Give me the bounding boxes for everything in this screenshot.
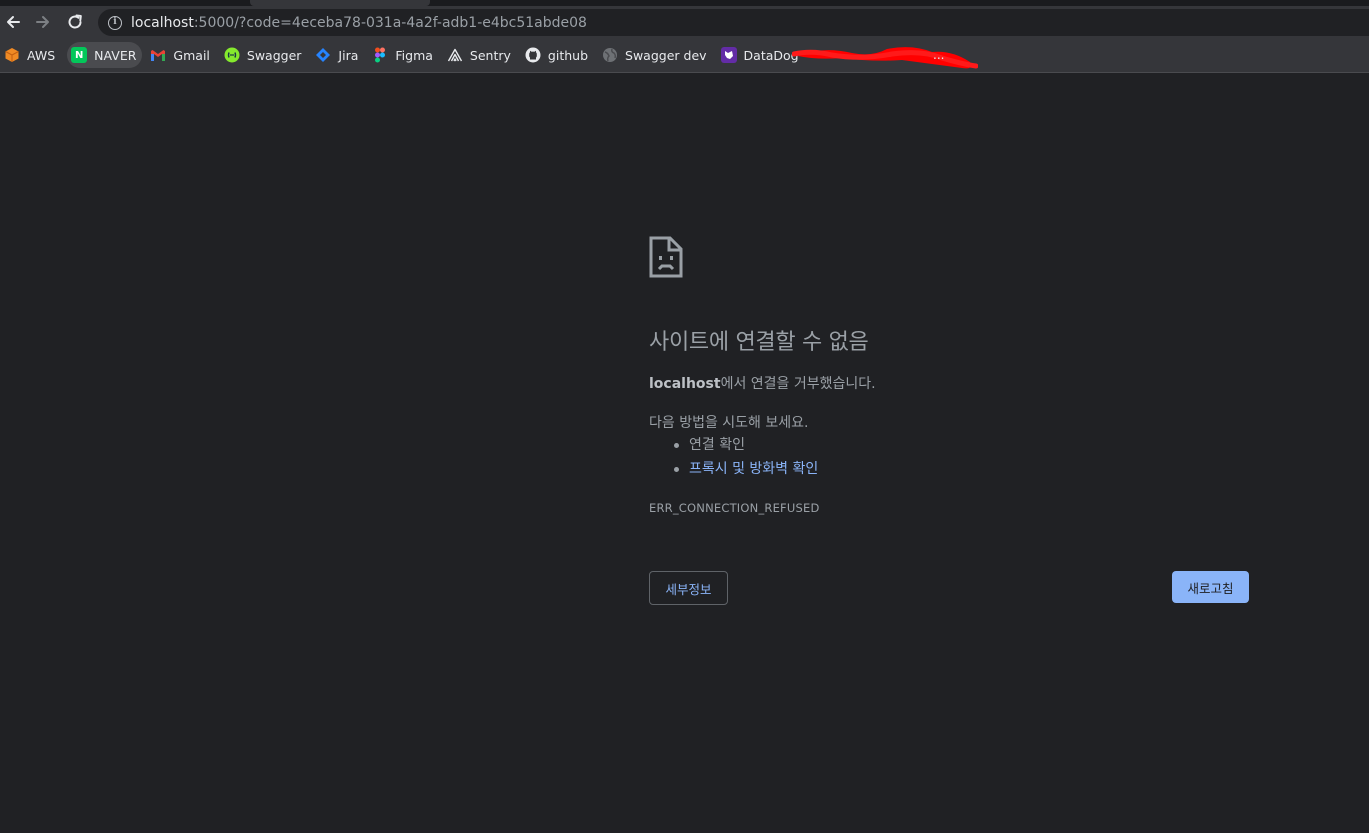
sentry-icon: [447, 47, 463, 63]
back-button[interactable]: [0, 9, 26, 35]
suggestions-list: 연결 확인 프록시 및 방화벽 확인: [673, 435, 818, 483]
bookmark-jira[interactable]: Jira: [313, 42, 364, 68]
swagger-icon: [224, 47, 240, 63]
suggestion-check-proxy-firewall-link[interactable]: 프록시 및 방화벽 확인: [673, 459, 818, 483]
bookmark-aws[interactable]: AWS: [2, 42, 61, 68]
forward-button[interactable]: [30, 9, 56, 35]
bookmark-naver[interactable]: N NAVER: [67, 42, 143, 68]
url-host: localhost: [131, 14, 194, 31]
bookmarks-overflow[interactable]: ...: [933, 48, 944, 62]
bookmark-github[interactable]: github: [523, 42, 594, 68]
bookmark-gmail[interactable]: Gmail: [148, 42, 215, 68]
figma-icon: [372, 47, 388, 63]
bookmark-figma[interactable]: Figma: [370, 42, 439, 68]
github-icon: [525, 47, 541, 63]
redaction-scribble: [792, 47, 978, 69]
bookmark-swagger[interactable]: Swagger: [222, 42, 308, 68]
jira-icon: [315, 47, 331, 63]
gmail-m-icon: [150, 47, 166, 63]
naver-n-icon: N: [71, 47, 88, 63]
bookmark-swagger-dev[interactable]: Swagger dev: [600, 42, 713, 68]
bookmark-label: Sentry: [469, 47, 511, 63]
bookmark-label: Gmail: [173, 47, 210, 63]
error-title: 사이트에 연결할 수 없음: [649, 330, 869, 355]
datadog-icon: [720, 47, 737, 63]
error-host: localhost: [649, 376, 721, 392]
bookmark-label: DataDog: [743, 47, 799, 63]
error-description-text: 에서 연결을 거부했습니다.: [720, 376, 876, 392]
refresh-icon: [68, 14, 82, 29]
site-info-icon[interactable]: i: [108, 15, 122, 30]
bookmark-label: Swagger: [246, 47, 302, 63]
arrow-left-icon: [7, 16, 20, 28]
browser-toolbar: i localhost:5000/?code=4eceba78-031a-4a2…: [0, 6, 1369, 38]
bookmark-label: Figma: [395, 47, 433, 63]
arrow-right-icon: [36, 16, 49, 28]
address-bar[interactable]: i localhost:5000/?code=4eceba78-031a-4a2…: [98, 9, 1369, 36]
globe-icon: [602, 47, 618, 63]
bookmark-label: NAVER: [94, 47, 137, 63]
bookmark-sentry[interactable]: Sentry: [445, 42, 517, 68]
suggestion-check-connection: 연결 확인: [673, 435, 818, 459]
reload-button[interactable]: 새로고침: [1172, 571, 1249, 603]
bookmark-label: github: [547, 47, 589, 63]
error-code: ERR_CONNECTION_REFUSED: [649, 501, 820, 515]
suggestions-heading: 다음 방법을 시도해 보세요.: [649, 415, 809, 431]
bookmark-label: Swagger dev: [625, 47, 707, 63]
details-button[interactable]: 세부정보: [649, 571, 728, 605]
sad-page-icon: [649, 236, 683, 278]
url-path: :5000/?code=4eceba78-031a-4a2f-adb1-e4bc…: [193, 14, 587, 31]
reload-browser-button[interactable]: [62, 9, 88, 35]
bookmark-label: Jira: [338, 47, 359, 63]
bookmarks-bar: AWS N NAVER Gmail Swagger Jira Figma Sen…: [0, 38, 1369, 73]
bookmark-label: AWS: [27, 47, 56, 63]
aws-cube-icon: [4, 47, 20, 63]
error-description: localhost에서 연결을 거부했습니다.: [649, 373, 876, 393]
